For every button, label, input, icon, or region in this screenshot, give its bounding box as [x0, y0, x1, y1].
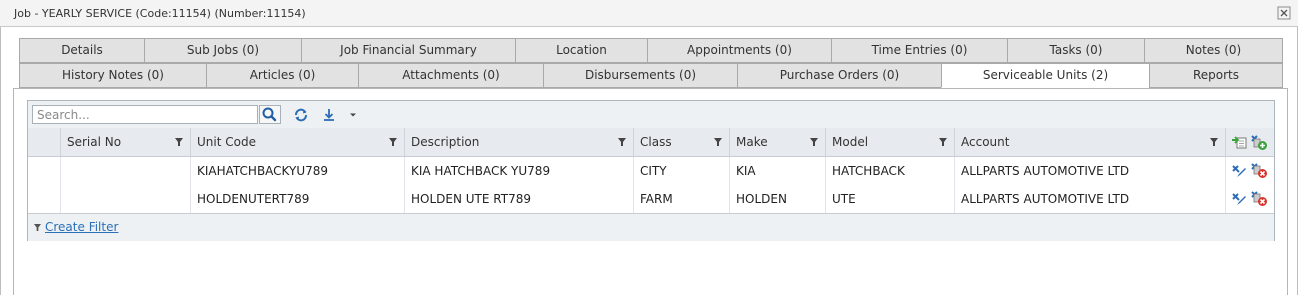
cell-account: ALLPARTS AUTOMOTIVE LTD: [955, 185, 1226, 213]
column-label-serial-no: Serial No: [67, 135, 122, 149]
edit-icon[interactable]: [1231, 163, 1247, 179]
filter-funnel-icon: [34, 224, 41, 231]
tab-tasks[interactable]: Tasks (0): [1007, 38, 1144, 63]
filter-funnel-icon[interactable]: [175, 138, 183, 146]
cell-description: HOLDEN UTE RT789: [405, 185, 634, 213]
tab-serviceable-units[interactable]: Serviceable Units (2): [941, 63, 1149, 88]
tab-purchase-orders[interactable]: Purchase Orders (0): [737, 63, 941, 88]
cell-account: ALLPARTS AUTOMOTIVE LTD: [955, 157, 1226, 185]
dropdown-arrow-icon[interactable]: [345, 107, 361, 123]
tab-sub-jobs[interactable]: Sub Jobs (0): [144, 38, 301, 63]
cell-make: HOLDEN: [730, 185, 826, 213]
row-actions-cell: [1226, 157, 1274, 185]
cell-model: HATCHBACK: [826, 157, 955, 185]
import-icon[interactable]: [1231, 134, 1247, 150]
tab-location[interactable]: Location: [515, 38, 647, 63]
tab-articles[interactable]: Articles (0): [206, 63, 358, 88]
tab-disbursements[interactable]: Disbursements (0): [543, 63, 737, 88]
cell-model: UTE: [826, 185, 955, 213]
table-row[interactable]: HOLDENUTERT789 HOLDEN UTE RT789 FARM HOL…: [28, 185, 1274, 214]
column-header-account[interactable]: Account: [955, 128, 1226, 156]
close-icon[interactable]: [1277, 6, 1291, 20]
column-header-description[interactable]: Description: [405, 128, 634, 156]
delete-icon[interactable]: [1250, 189, 1268, 207]
window-titlebar: Job - YEARLY SERVICE (Code:11154) (Numbe…: [0, 0, 1298, 27]
tab-reports[interactable]: Reports: [1149, 63, 1283, 88]
cell-make: KIA: [730, 157, 826, 185]
cell-class: CITY: [634, 157, 730, 185]
table-row[interactable]: KIAHATCHBACKYU789 KIA HATCHBACK YU789 CI…: [28, 157, 1274, 186]
search-input[interactable]: [32, 105, 258, 124]
filter-funnel-icon[interactable]: [618, 138, 626, 146]
column-header-class[interactable]: Class: [634, 128, 730, 156]
filter-funnel-icon[interactable]: [714, 138, 722, 146]
grid-toolbar: [28, 101, 1274, 129]
column-label-description: Description: [411, 135, 480, 149]
header-selector-cell: [28, 128, 61, 156]
grid-header-row: Serial No Unit Code Description Class Ma…: [28, 128, 1274, 157]
filter-funnel-icon[interactable]: [389, 138, 397, 146]
edit-icon[interactable]: [1231, 191, 1247, 207]
filter-funnel-icon[interactable]: [939, 138, 947, 146]
create-filter-link[interactable]: Create Filter: [45, 220, 118, 234]
tab-notes[interactable]: Notes (0): [1144, 38, 1283, 63]
column-label-unit-code: Unit Code: [197, 135, 256, 149]
header-actions-cell: [1226, 128, 1274, 156]
column-label-account: Account: [961, 135, 1010, 149]
tab-details[interactable]: Details: [19, 38, 144, 63]
window-title: Job - YEARLY SERVICE (Code:11154) (Numbe…: [14, 7, 306, 20]
search-button[interactable]: [259, 105, 281, 124]
search-icon: [262, 107, 277, 122]
delete-icon[interactable]: [1250, 161, 1268, 179]
add-unit-icon[interactable]: [1250, 133, 1268, 151]
column-header-make[interactable]: Make: [730, 128, 826, 156]
cell-unit-code: HOLDENUTERT789: [191, 185, 405, 213]
row-actions-cell: [1226, 185, 1274, 213]
refresh-icon[interactable]: [293, 107, 309, 123]
column-label-make: Make: [736, 135, 768, 149]
row-selector-cell[interactable]: [28, 185, 61, 213]
cell-description: KIA HATCHBACK YU789: [405, 157, 634, 185]
row-selector-cell[interactable]: [28, 157, 61, 185]
tab-attachments[interactable]: Attachments (0): [358, 63, 543, 88]
column-label-class: Class: [640, 135, 672, 149]
filter-funnel-icon[interactable]: [810, 138, 818, 146]
tab-job-financial-summary[interactable]: Job Financial Summary: [301, 38, 515, 63]
grid-footer: Create Filter: [28, 213, 1274, 241]
filter-funnel-icon[interactable]: [1210, 138, 1218, 146]
column-header-model[interactable]: Model: [826, 128, 955, 156]
column-header-serial-no[interactable]: Serial No: [61, 128, 191, 156]
cell-serial-no: [61, 185, 191, 213]
cell-class: FARM: [634, 185, 730, 213]
export-icon[interactable]: [321, 107, 337, 123]
tab-appointments[interactable]: Appointments (0): [647, 38, 831, 63]
frame-border-left: [0, 27, 1, 295]
column-label-model: Model: [832, 135, 869, 149]
serviceable-units-grid: Serial No Unit Code Description Class Ma…: [27, 100, 1275, 241]
cell-serial-no: [61, 157, 191, 185]
tab-history-notes[interactable]: History Notes (0): [19, 63, 206, 88]
cell-unit-code: KIAHATCHBACKYU789: [191, 157, 405, 185]
tab-time-entries[interactable]: Time Entries (0): [831, 38, 1007, 63]
column-header-unit-code[interactable]: Unit Code: [191, 128, 405, 156]
